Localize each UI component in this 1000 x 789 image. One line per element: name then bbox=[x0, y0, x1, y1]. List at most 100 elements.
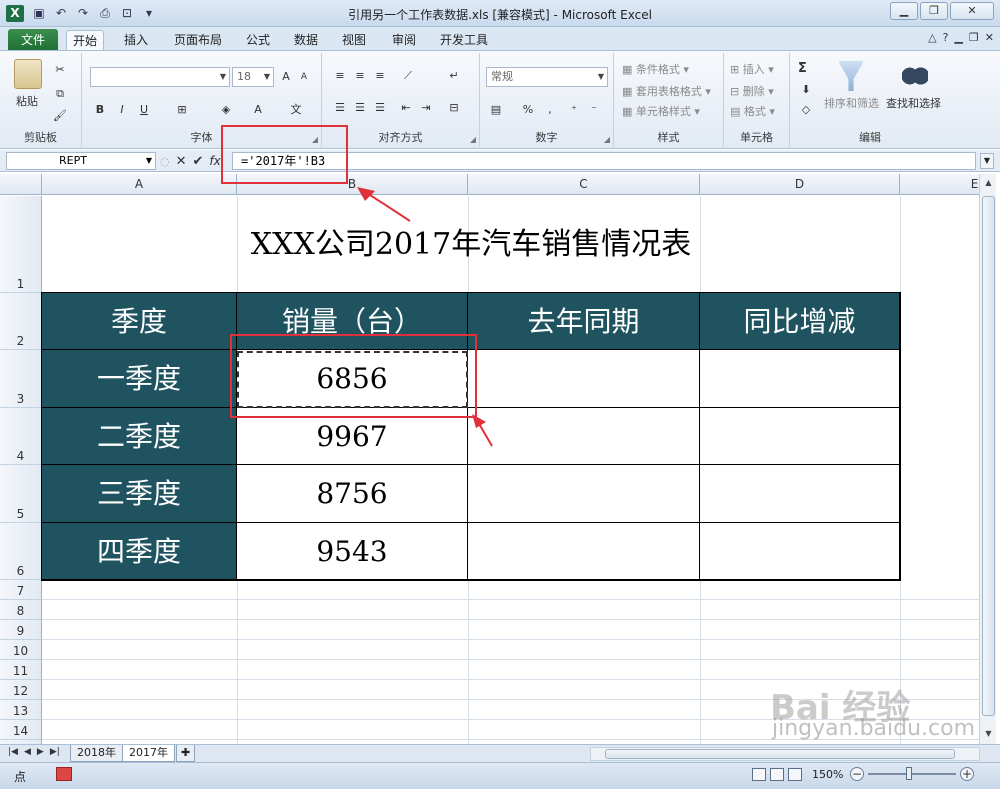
column-header-a[interactable]: A bbox=[42, 174, 237, 195]
tab-file[interactable]: 文件 bbox=[8, 29, 58, 51]
tab-formulas[interactable]: 公式 bbox=[240, 30, 276, 51]
align-center-icon[interactable]: ☰ bbox=[352, 101, 368, 115]
conditional-format-button[interactable]: ▦ 条件格式 ▾ bbox=[622, 61, 689, 77]
wrap-text-icon[interactable]: ↵ bbox=[446, 69, 462, 83]
align-left-icon[interactable]: ☰ bbox=[332, 101, 348, 115]
normal-view-icon[interactable] bbox=[752, 768, 766, 781]
tab-page-layout[interactable]: 页面布局 bbox=[168, 30, 228, 51]
workbook-minimize-icon[interactable]: ▁ bbox=[954, 31, 962, 44]
row-header-12[interactable]: 12 bbox=[0, 680, 42, 700]
number-dialog-launcher-icon[interactable]: ◢ bbox=[604, 135, 610, 144]
grow-font-icon[interactable]: A bbox=[278, 70, 294, 84]
workbook-close-icon[interactable]: ✕ bbox=[985, 31, 994, 44]
format-painter-icon[interactable]: 🖌 bbox=[52, 109, 68, 123]
cancel-icon[interactable]: ✕ bbox=[176, 154, 187, 169]
shrink-font-icon[interactable]: A bbox=[296, 70, 312, 84]
cut-icon[interactable]: ✂ bbox=[52, 63, 68, 77]
row-header-7[interactable]: 7 bbox=[0, 580, 42, 600]
zoom-out-icon[interactable]: − bbox=[850, 767, 864, 781]
copy-icon[interactable]: ⧉ bbox=[52, 87, 68, 101]
name-box[interactable]: REPT ▼ bbox=[6, 152, 156, 170]
sort-filter-icon[interactable] bbox=[838, 61, 864, 91]
paste-button[interactable]: 粘贴 bbox=[16, 93, 38, 109]
row-header-10[interactable]: 10 bbox=[0, 640, 42, 660]
align-middle-icon[interactable]: ≡ bbox=[352, 69, 368, 83]
row-header-2[interactable]: 2 bbox=[0, 293, 42, 350]
row-header-3[interactable]: 3 bbox=[0, 350, 42, 408]
sheet-tab-2017[interactable]: 2017年 bbox=[122, 745, 175, 762]
sheet-tab-2018[interactable]: 2018年 bbox=[70, 745, 123, 762]
clear-icon[interactable]: ◇ bbox=[798, 103, 814, 117]
delete-cells-button[interactable]: ⊟ 删除 ▾ bbox=[730, 83, 774, 99]
macro-record-icon[interactable] bbox=[56, 767, 72, 781]
row-header-6[interactable]: 6 bbox=[0, 523, 42, 580]
font-name-combo[interactable]: ▼ bbox=[90, 67, 230, 87]
restore-button[interactable]: ❐ bbox=[920, 2, 948, 20]
prev-sheet-icon[interactable]: ◀ bbox=[24, 747, 31, 757]
tab-data[interactable]: 数据 bbox=[288, 30, 324, 51]
alignment-dialog-launcher-icon[interactable]: ◢ bbox=[470, 135, 476, 144]
comma-button[interactable]: , bbox=[542, 103, 558, 117]
minimize-ribbon-icon[interactable]: △ bbox=[928, 31, 936, 44]
find-binoculars-icon[interactable] bbox=[902, 61, 928, 91]
row-header-5[interactable]: 5 bbox=[0, 465, 42, 523]
tab-developer[interactable]: 开发工具 bbox=[434, 30, 494, 51]
decrease-indent-icon[interactable]: ⇤ bbox=[398, 101, 414, 115]
accounting-format-icon[interactable]: ▤ bbox=[488, 103, 504, 117]
row-header-1[interactable]: 1 bbox=[0, 196, 42, 293]
formula-bar-collapse-icon[interactable]: ◌ bbox=[160, 155, 170, 168]
find-select-button[interactable]: 查找和选择 bbox=[886, 95, 941, 111]
column-header-d[interactable]: D bbox=[700, 174, 900, 195]
phonetic-icon[interactable]: 文 bbox=[288, 103, 304, 117]
scroll-up-icon[interactable]: ▲ bbox=[981, 175, 996, 191]
row-header-9[interactable]: 9 bbox=[0, 620, 42, 640]
tab-view[interactable]: 视图 bbox=[336, 30, 372, 51]
font-size-combo[interactable]: 18 ▼ bbox=[232, 67, 274, 87]
insert-function-icon[interactable]: fx bbox=[209, 154, 220, 168]
underline-button[interactable]: U bbox=[136, 103, 152, 117]
percent-button[interactable]: % bbox=[520, 103, 536, 117]
sheet-title[interactable]: XXX公司2017年汽车销售情况表 bbox=[42, 196, 900, 293]
vertical-scroll-thumb[interactable] bbox=[982, 196, 995, 716]
tab-insert[interactable]: 插入 bbox=[118, 30, 154, 51]
row-header-13[interactable]: 13 bbox=[0, 700, 42, 720]
horizontal-scroll-thumb[interactable] bbox=[605, 749, 955, 759]
borders-icon[interactable]: ⊞ bbox=[174, 103, 190, 117]
expand-formula-bar-icon[interactable]: ▼ bbox=[980, 153, 994, 169]
next-sheet-icon[interactable]: ▶ bbox=[37, 747, 44, 757]
row-header-14[interactable]: 14 bbox=[0, 720, 42, 740]
help-icon[interactable]: ? bbox=[943, 31, 949, 44]
row-header-11[interactable]: 11 bbox=[0, 660, 42, 680]
format-cells-button[interactable]: ▤ 格式 ▾ bbox=[730, 103, 775, 119]
enter-icon[interactable]: ✔ bbox=[193, 154, 204, 169]
increase-indent-icon[interactable]: ⇥ bbox=[418, 101, 434, 115]
first-sheet-icon[interactable]: |◀ bbox=[8, 747, 18, 757]
decrease-decimal-icon[interactable]: ⁻ bbox=[586, 103, 602, 117]
autosum-button[interactable]: Σ bbox=[798, 61, 807, 76]
worksheet-grid[interactable]: A B C D E 1 2 3 4 5 6 7 8 9 10 11 12 13 … bbox=[0, 174, 980, 744]
tab-home[interactable]: 开始 bbox=[66, 30, 105, 51]
close-button[interactable]: ✕ bbox=[950, 2, 994, 20]
bold-button[interactable]: B bbox=[92, 103, 108, 117]
zoom-slider-thumb[interactable] bbox=[906, 767, 912, 780]
row-header-4[interactable]: 4 bbox=[0, 408, 42, 465]
cell-styles-button[interactable]: ▦ 单元格样式 ▾ bbox=[622, 103, 700, 119]
sort-filter-button[interactable]: 排序和筛选 bbox=[824, 95, 879, 111]
last-sheet-icon[interactable]: ▶| bbox=[50, 747, 60, 757]
format-as-table-button[interactable]: ▦ 套用表格格式 ▾ bbox=[622, 83, 711, 99]
zoom-level[interactable]: 150% bbox=[812, 768, 843, 781]
italic-button[interactable]: I bbox=[114, 103, 130, 117]
horizontal-scrollbar[interactable] bbox=[590, 747, 980, 761]
paste-icon[interactable] bbox=[14, 59, 42, 89]
zoom-in-icon[interactable]: + bbox=[960, 767, 974, 781]
increase-decimal-icon[interactable]: ⁺ bbox=[566, 103, 582, 117]
new-sheet-icon[interactable]: ✚ bbox=[176, 745, 196, 762]
fill-color-icon[interactable]: ◈ bbox=[218, 103, 234, 117]
insert-cells-button[interactable]: ⊞ 插入 ▾ bbox=[730, 61, 774, 77]
font-color-icon[interactable]: A bbox=[250, 103, 266, 117]
tab-review[interactable]: 审阅 bbox=[386, 30, 422, 51]
fill-icon[interactable]: ⬇ bbox=[798, 83, 814, 97]
vertical-scrollbar[interactable]: ▲ ▼ bbox=[979, 174, 996, 744]
page-break-view-icon[interactable] bbox=[788, 768, 802, 781]
column-header-e[interactable]: E bbox=[900, 174, 980, 195]
